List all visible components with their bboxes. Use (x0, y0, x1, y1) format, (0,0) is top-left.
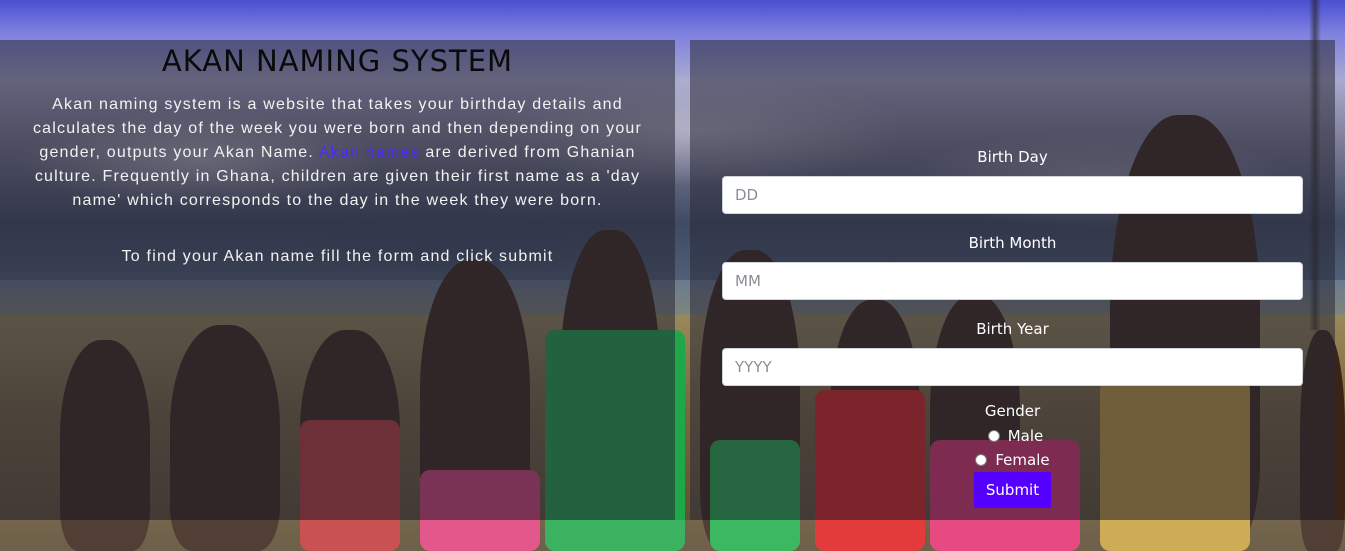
birth-year-input[interactable] (722, 348, 1303, 386)
birth-month-input[interactable] (722, 262, 1303, 300)
akan-names-link[interactable]: Akan names (319, 144, 420, 161)
birth-day-input[interactable] (722, 176, 1303, 214)
bottom-strip (0, 520, 1345, 551)
gender-label: Gender (984, 402, 1041, 420)
submit-button[interactable]: Submit (973, 472, 1052, 508)
akan-form: Birth Day Birth Month Birth Year Gender … (722, 146, 1303, 508)
birth-year-label: Birth Year (976, 320, 1049, 338)
gender-option-male: Male (722, 424, 1303, 448)
male-label: Male (1007, 427, 1044, 445)
female-label: Female (995, 451, 1050, 469)
intro-description: Akan naming system is a website that tak… (16, 93, 659, 213)
submit-wrapper: Submit (722, 472, 1303, 508)
birth-month-label: Birth Month (968, 234, 1057, 252)
page-title: AKAN NAMING SYSTEM (161, 44, 514, 78)
female-radio[interactable] (975, 454, 988, 466)
birth-day-label: Birth Day (977, 148, 1048, 166)
intro-instruction: To find your Akan name fill the form and… (121, 248, 554, 265)
gender-option-female: Female (722, 448, 1303, 472)
male-radio[interactable] (987, 430, 1000, 442)
